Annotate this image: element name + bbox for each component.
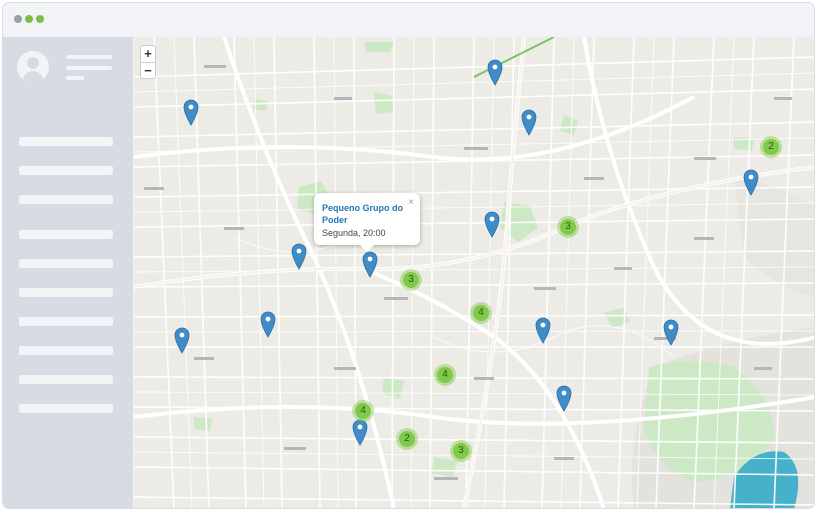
popup-close-icon[interactable]: × [408,197,414,208]
cluster-count: 3 [453,443,469,459]
sidebar-item-8[interactable] [19,346,113,355]
cluster-marker[interactable]: 2 [396,428,418,450]
window-minimize-dot[interactable] [25,15,33,23]
cluster-count: 4 [473,305,489,321]
cluster-count: 4 [355,403,371,419]
cluster-marker[interactable]: 3 [400,269,422,291]
cluster-count: 2 [763,139,779,155]
cluster-count: 2 [399,431,415,447]
cluster-marker[interactable]: 3 [450,440,472,462]
user-detail-placeholder [66,66,112,70]
title-bar [3,3,814,37]
popup-schedule: Segunda, 20:00 [322,228,386,238]
sidebar-item-7[interactable] [19,317,113,326]
zoom-in-button[interactable]: + [141,46,155,62]
avatar-body-icon [23,71,43,83]
cluster-count: 3 [560,219,576,235]
zoom-out-button[interactable]: − [141,63,155,79]
window-close-dot[interactable] [14,15,22,23]
event-popup: Pequeno Grupo do Poder Segunda, 20:00 × [314,193,420,252]
browser-window: + − 2 3 3 4 4 4 2 3 Pequeno Grupo do Pod… [2,2,815,509]
user-name-placeholder [66,55,112,59]
cluster-count: 4 [437,367,453,383]
sidebar-item-1[interactable] [19,137,113,146]
map-tiles [134,37,814,508]
popup-title[interactable]: Pequeno Grupo do Poder [322,202,406,226]
sidebar-item-6[interactable] [19,288,113,297]
avatar-head-icon [27,57,39,69]
sidebar-item-2[interactable] [19,166,113,175]
cluster-marker[interactable]: 4 [434,364,456,386]
cluster-marker[interactable]: 2 [760,136,782,158]
map-view[interactable]: + − 2 3 3 4 4 4 2 3 Pequeno Grupo do Pod… [134,37,814,508]
sidebar-item-3[interactable] [19,195,113,204]
sidebar-item-4[interactable] [19,230,113,239]
cluster-marker[interactable]: 3 [557,216,579,238]
sidebar-item-9[interactable] [19,375,113,384]
avatar[interactable] [17,51,49,83]
cluster-count: 3 [403,272,419,288]
sidebar-item-10[interactable] [19,404,113,413]
sidebar [3,37,133,508]
cluster-marker[interactable]: 4 [470,302,492,324]
window-maximize-dot[interactable] [36,15,44,23]
sidebar-item-5[interactable] [19,259,113,268]
zoom-control: + − [140,45,156,79]
user-meta-placeholder [66,76,84,80]
cluster-marker[interactable]: 4 [352,400,374,422]
